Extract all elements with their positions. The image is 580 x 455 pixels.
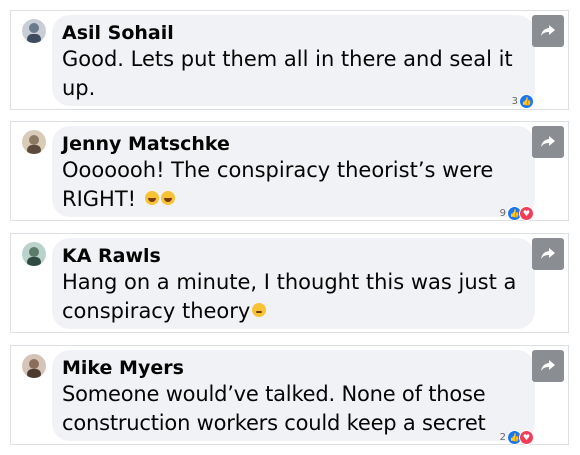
comment-author[interactable]: Jenny Matschke — [62, 132, 525, 156]
comment-card: KA Rawls Hang on a minute, I thought thi… — [10, 233, 569, 333]
comment-text-line: Ooooooh! The conspiracy theorist’s were … — [62, 156, 525, 214]
reaction-count: 9 — [499, 208, 506, 219]
comment-text: Ooooooh! The conspiracy theorist’s were … — [62, 158, 494, 211]
avatar[interactable] — [22, 19, 46, 43]
share-button[interactable] — [532, 15, 564, 47]
reaction-summary[interactable]: 9 👍 ♥ — [500, 206, 534, 221]
share-arrow-icon — [541, 360, 555, 371]
comment-bubble: Asil Sohail Good. Lets put them all in t… — [52, 15, 535, 106]
share-arrow-icon — [541, 248, 555, 259]
share-button[interactable] — [532, 350, 564, 382]
reaction-summary[interactable]: 3 👍 — [512, 94, 534, 109]
comment-bubble: Jenny Matschke Ooooooh! The conspiracy t… — [52, 126, 535, 217]
comment-text: Someone would’ve talked. None of those c… — [62, 382, 486, 435]
comment-card: Jenny Matschke Ooooooh! The conspiracy t… — [10, 121, 569, 221]
comment-bubble: KA Rawls Hang on a minute, I thought thi… — [52, 238, 535, 329]
comment-text: Hang on a minute, I thought this was jus… — [62, 270, 517, 323]
like-reaction-icon: 👍 — [519, 94, 534, 109]
reaction-summary[interactable]: 2 👍 ♥ — [500, 430, 534, 445]
reaction-count: 2 — [499, 432, 506, 443]
laughing-emoji-icon — [160, 191, 175, 205]
comment-text: Good. Lets put them all in there and sea… — [62, 47, 513, 100]
comment-card: Asil Sohail Good. Lets put them all in t… — [10, 10, 569, 110]
comment-author[interactable]: Mike Myers — [62, 356, 525, 380]
share-arrow-icon — [541, 25, 555, 36]
comment-text-line: Hang on a minute, I thought this was jus… — [62, 268, 525, 326]
avatar[interactable] — [22, 130, 46, 154]
comment-author[interactable]: Asil Sohail — [62, 21, 525, 45]
love-reaction-icon: ♥ — [519, 430, 534, 445]
love-reaction-icon: ♥ — [519, 206, 534, 221]
laughing-emoji-icon — [144, 191, 159, 205]
winking-emoji-icon — [252, 303, 267, 317]
share-button[interactable] — [532, 126, 564, 158]
comment-card: Mike Myers Someone would’ve talked. None… — [10, 345, 569, 445]
comment-author[interactable]: KA Rawls — [62, 244, 525, 268]
avatar[interactable] — [22, 354, 46, 378]
share-arrow-icon — [541, 136, 555, 147]
avatar[interactable] — [22, 242, 46, 266]
reaction-count: 3 — [511, 96, 518, 107]
comment-bubble: Mike Myers Someone would’ve talked. None… — [52, 350, 535, 441]
share-button[interactable] — [532, 238, 564, 270]
